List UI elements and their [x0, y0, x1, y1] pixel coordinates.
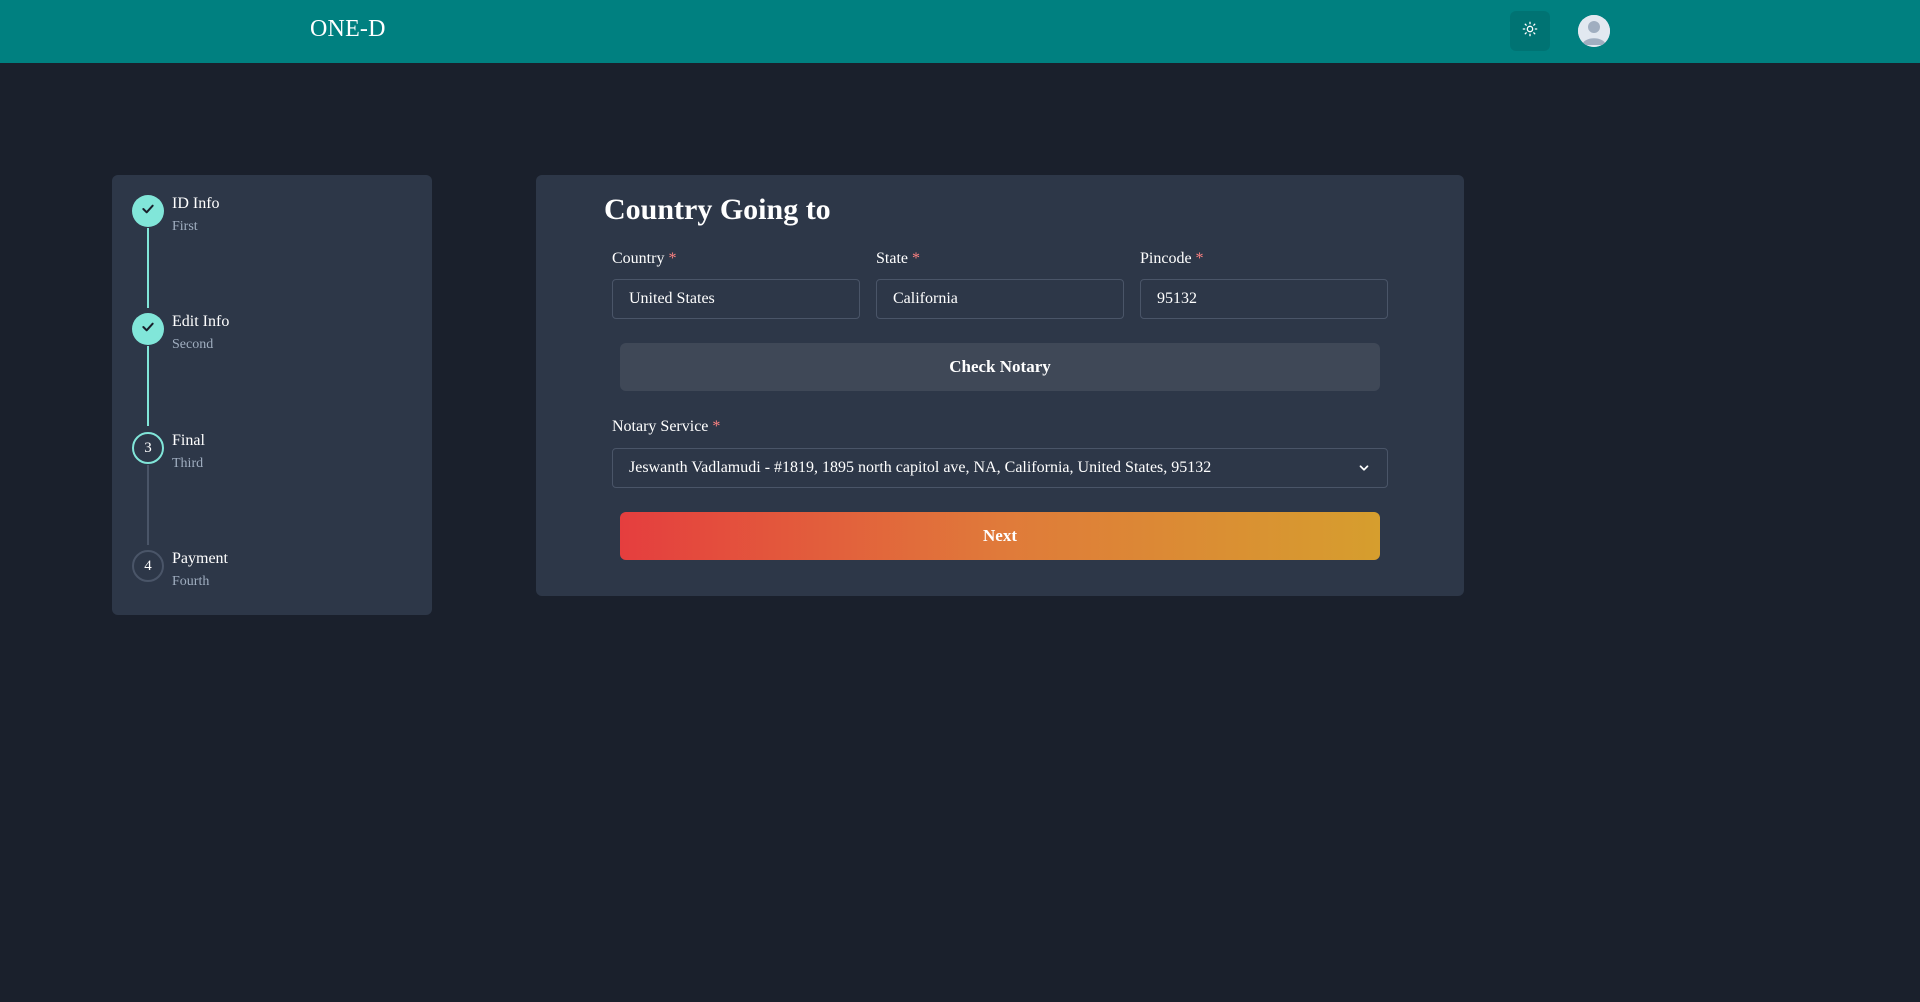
progress-stepper: ID Info First Edit Info Second 3 Final T… [112, 175, 432, 615]
check-icon [140, 319, 156, 340]
step-complete-marker [132, 195, 164, 227]
sun-icon [1522, 21, 1538, 42]
pincode-label: Pincode * [1140, 250, 1204, 267]
destination-form-card: Country Going to Country* State* Pincode… [536, 175, 1464, 596]
step-title: Payment [172, 550, 228, 567]
step-number-marker: 3 [132, 432, 164, 464]
chevron-down-icon [1357, 461, 1371, 475]
required-asterisk: * [1195, 250, 1204, 267]
step-title: Edit Info [172, 313, 230, 330]
step-final[interactable]: 3 Final Third [132, 412, 412, 472]
country-label: Country * [612, 250, 677, 267]
check-notary-button[interactable]: Check Notary [620, 343, 1380, 391]
step-id-info[interactable]: ID Info First [132, 175, 412, 235]
state-label: State * [876, 250, 920, 267]
step-complete-marker [132, 313, 164, 345]
notary-service-selected-value: Jeswanth Vadlamudi - #1819, 1895 north c… [629, 459, 1212, 476]
top-nav-bar: ONE-D [0, 0, 1920, 63]
form-title: Country Going to [604, 193, 831, 226]
user-avatar-button[interactable] [1578, 15, 1610, 47]
required-asterisk: * [712, 418, 721, 435]
required-asterisk: * [912, 250, 920, 267]
pincode-input[interactable] [1140, 279, 1388, 319]
step-title: Final [172, 432, 205, 449]
brand-logo-text[interactable]: ONE-D [310, 16, 386, 43]
step-subtitle: Fourth [172, 574, 210, 589]
state-input[interactable] [876, 279, 1124, 319]
step-subtitle: Second [172, 337, 214, 352]
user-avatar-icon [1578, 15, 1610, 47]
step-number-marker: 4 [132, 550, 164, 582]
theme-toggle-button[interactable] [1510, 11, 1550, 51]
step-edit-info[interactable]: Edit Info Second [132, 293, 412, 353]
notary-service-select[interactable]: Jeswanth Vadlamudi - #1819, 1895 north c… [612, 448, 1388, 488]
notary-service-label: Notary Service * [612, 418, 721, 435]
step-title: ID Info [172, 195, 220, 212]
required-asterisk: * [668, 250, 677, 267]
next-button[interactable]: Next [620, 512, 1380, 560]
country-input[interactable] [612, 279, 860, 319]
step-subtitle: First [172, 219, 198, 234]
step-subtitle: Third [172, 456, 204, 471]
check-icon [140, 201, 156, 222]
step-payment[interactable]: 4 Payment Fourth [132, 530, 412, 590]
